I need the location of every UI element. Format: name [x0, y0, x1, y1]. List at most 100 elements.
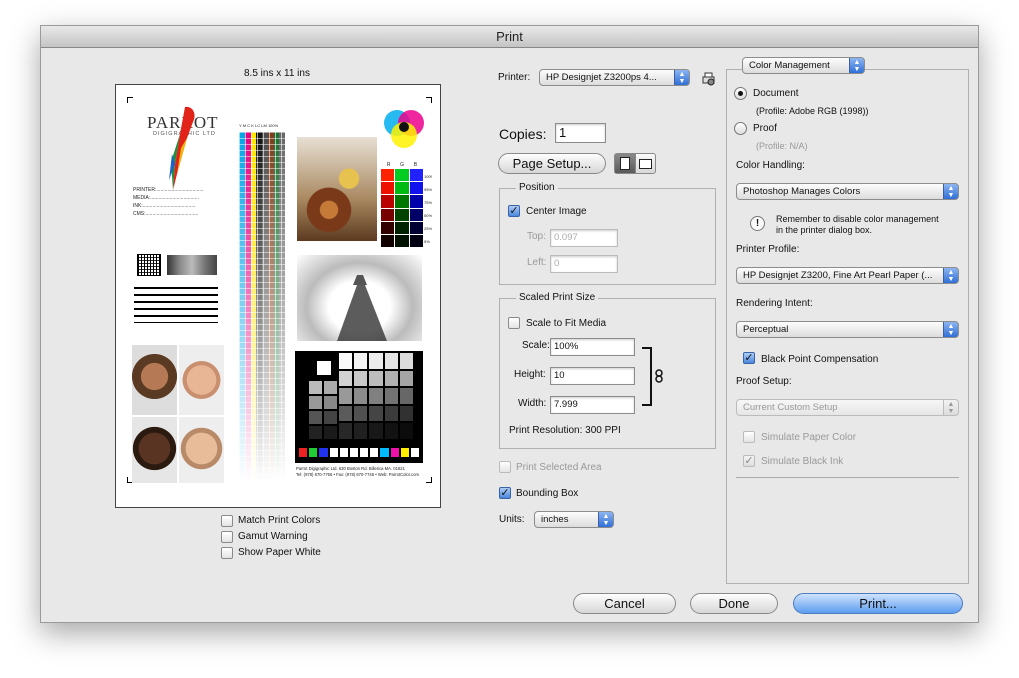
- printer-select-value: HP Designjet Z3200ps 4...: [546, 72, 657, 83]
- print-dialog: Print 8.5 ins x 11 ins PARROT DIGIGRAPHI…: [40, 25, 979, 623]
- color-management-select[interactable]: Color Management ▲ ▼: [742, 57, 865, 74]
- bounding-box-label: Bounding Box: [516, 488, 579, 499]
- center-image-label: Center Image: [526, 206, 587, 217]
- show-paper-white-label: Show Paper White: [238, 547, 321, 558]
- match-print-colors-checkbox[interactable]: [221, 515, 233, 527]
- printer-select[interactable]: HP Designjet Z3200ps 4... ▲ ▼: [539, 69, 690, 86]
- printer-profile-label: Printer Profile:: [736, 244, 800, 255]
- rgb-percent-labels: 100% 95% 75% 50% 25% 5%: [424, 174, 432, 244]
- scaled-print-size-title: Scaled Print Size: [516, 292, 599, 303]
- chevron-updown-icon: ▲ ▼: [943, 322, 958, 337]
- warning-text-line2: in the printer dialog box.: [776, 225, 873, 235]
- field-printer: PRINTER:................................…: [133, 187, 204, 193]
- gamut-warning-label: Gamut Warning: [238, 531, 308, 542]
- constrain-bracket: [642, 347, 652, 406]
- height-input[interactable]: 10: [550, 367, 635, 385]
- crop-mark: [127, 97, 133, 103]
- printer-profile-select[interactable]: HP Designjet Z3200, Fine Art Pearl Paper…: [736, 267, 959, 284]
- crop-mark: [426, 97, 432, 103]
- units-select-value: inches: [541, 514, 569, 525]
- units-select[interactable]: inches ▲ ▼: [534, 511, 614, 528]
- print-selected-area-checkbox[interactable]: [499, 461, 511, 473]
- resolution-grid-overlay: [137, 254, 161, 276]
- chevron-updown-icon: ▲ ▼: [943, 400, 958, 415]
- width-label: Width:: [518, 398, 547, 409]
- left-input[interactable]: 0: [550, 255, 618, 273]
- top-input[interactable]: 0.097: [550, 229, 618, 247]
- color-handling-select[interactable]: Photoshop Manages Colors ▲ ▼: [736, 183, 959, 200]
- rendering-intent-label: Rendering Intent:: [736, 298, 813, 309]
- chevron-updown-icon: ▲ ▼: [598, 512, 613, 527]
- proof-setup-value: Current Custom Setup: [743, 402, 838, 413]
- black-point-compensation-checkbox[interactable]: ✓: [743, 352, 755, 364]
- document-radio[interactable]: [734, 87, 747, 100]
- portrait-photo: [132, 417, 177, 483]
- page-setup-button[interactable]: Page Setup...: [498, 153, 606, 174]
- portrait-orientation-icon[interactable]: [615, 154, 636, 173]
- top-label: Top:: [527, 231, 546, 242]
- simulate-paper-color-checkbox[interactable]: [743, 431, 755, 443]
- paper-size-label: 8.5 ins x 11 ins: [244, 68, 310, 79]
- match-print-colors-label: Match Print Colors: [238, 515, 321, 526]
- show-paper-white-checkbox[interactable]: [221, 547, 233, 559]
- field-ink: INK:....................................…: [133, 203, 196, 209]
- document-label: Document: [753, 88, 799, 99]
- chevron-updown-icon: ▲ ▼: [943, 268, 958, 283]
- done-button[interactable]: Done: [690, 593, 778, 614]
- print-selected-area-label: Print Selected Area: [516, 462, 602, 473]
- chevron-updown-icon: ▲ ▼: [943, 184, 958, 199]
- warning-text-line1: Remember to disable color management: [776, 214, 939, 224]
- gray-patches: [167, 255, 217, 275]
- simulate-paper-color-label: Simulate Paper Color: [761, 432, 857, 443]
- color-management-select-value: Color Management: [749, 60, 830, 71]
- proof-profile: (Profile: N/A): [756, 141, 808, 151]
- black-point-compensation-label: Black Point Compensation: [761, 354, 879, 365]
- proof-radio[interactable]: [734, 122, 747, 135]
- proof-setup-select[interactable]: Current Custom Setup ▲ ▼: [736, 399, 959, 416]
- scale-label: Scale:: [522, 340, 550, 351]
- orientation-toggle[interactable]: [614, 153, 656, 174]
- landscape-orientation-icon[interactable]: [636, 154, 656, 173]
- color-handling-value: Photoshop Manages Colors: [743, 186, 861, 197]
- printer-profile-value: HP Designjet Z3200, Fine Art Pearl Paper…: [743, 270, 933, 281]
- simulate-black-ink-label: Simulate Black Ink: [761, 456, 844, 467]
- rgb-patches: [381, 169, 423, 247]
- cancel-button[interactable]: Cancel: [573, 593, 676, 614]
- field-media: MEDIA:..................................…: [133, 195, 199, 201]
- center-image-checkbox[interactable]: ✓: [508, 205, 520, 217]
- width-input[interactable]: 7.999: [550, 396, 635, 414]
- position-title: Position: [516, 182, 558, 193]
- copies-input[interactable]: 1: [555, 123, 606, 143]
- printer-label: Printer:: [498, 72, 531, 83]
- scale-input[interactable]: 100%: [550, 338, 635, 356]
- scale-to-fit-label: Scale to Fit Media: [526, 318, 607, 329]
- strip-labels: Y M C K LC LM 100%: [239, 123, 279, 128]
- pier-photo: [297, 255, 422, 341]
- parrot-logo-icon: [169, 106, 195, 190]
- still-life-photo: [297, 137, 377, 241]
- proof-label: Proof: [753, 123, 777, 134]
- warning-icon: !: [750, 216, 765, 231]
- simulate-black-ink-checkbox[interactable]: ✓: [743, 455, 755, 467]
- window-title: Print: [41, 26, 978, 48]
- divider: [736, 477, 959, 478]
- print-button[interactable]: Print...: [793, 593, 963, 614]
- gamut-warning-checkbox[interactable]: [221, 531, 233, 543]
- link-chain-icon[interactable]: [655, 369, 663, 383]
- units-label: Units:: [499, 514, 525, 525]
- grayscale-chart: [295, 351, 423, 463]
- scale-to-fit-checkbox[interactable]: [508, 317, 520, 329]
- rendering-intent-select[interactable]: Perceptual ▲ ▼: [736, 321, 959, 338]
- chevron-updown-icon: ▲ ▼: [849, 58, 864, 73]
- rendering-intent-value: Perceptual: [743, 324, 789, 335]
- printer-setup-icon[interactable]: [701, 71, 716, 86]
- cmy-circles-icon: [384, 110, 424, 148]
- crop-mark: [426, 477, 432, 483]
- proof-setup-label: Proof Setup:: [736, 376, 792, 387]
- height-label: Height:: [514, 369, 546, 380]
- color-handling-label: Color Handling:: [736, 160, 805, 171]
- bounding-box-checkbox[interactable]: ✓: [499, 487, 511, 499]
- field-cms: CMS:....................................…: [133, 211, 199, 217]
- rgb-labels: R G B: [386, 162, 418, 168]
- print-resolution: Print Resolution: 300 PPI: [509, 425, 621, 436]
